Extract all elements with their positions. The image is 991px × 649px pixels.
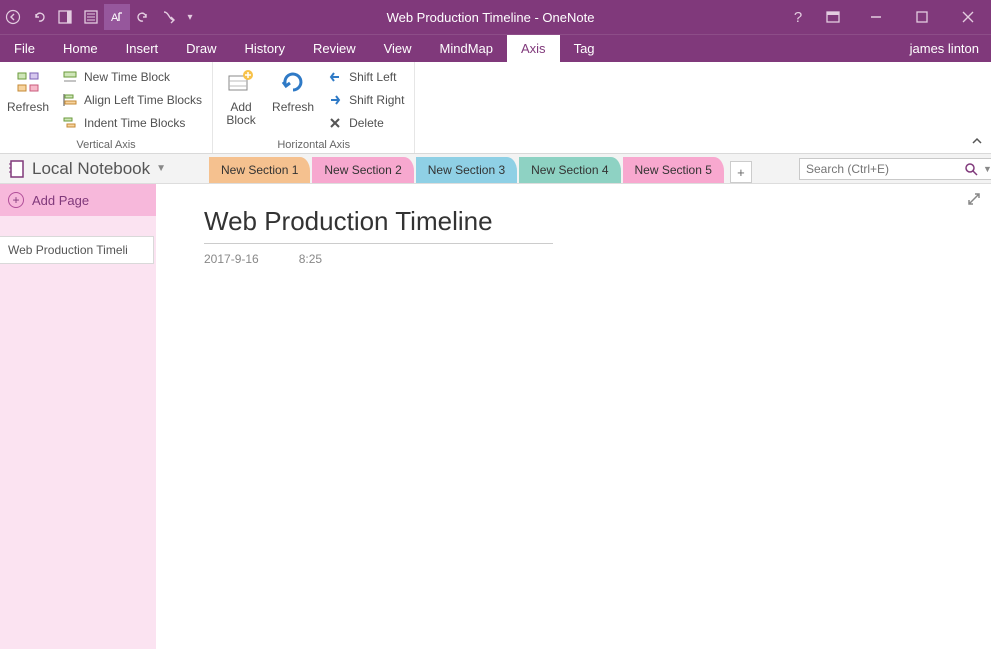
align-left-icon: [62, 92, 78, 108]
align-left-button[interactable]: Align Left Time Blocks: [56, 89, 208, 111]
shift-right-label: Shift Right: [349, 93, 404, 107]
search-icon[interactable]: [961, 162, 981, 176]
refresh-icon: [12, 67, 44, 99]
menu-history[interactable]: History: [231, 35, 299, 62]
align-left-label: Align Left Time Blocks: [84, 93, 202, 107]
refresh-vertical-button[interactable]: Refresh: [4, 64, 52, 117]
indent-button[interactable]: Indent Time Blocks: [56, 112, 208, 134]
delete-button[interactable]: Delete: [321, 112, 410, 134]
shift-left-button[interactable]: Shift Left: [321, 66, 410, 88]
ribbon-group-horizontal: Add Block Refresh Shift Left Shift Right: [213, 62, 415, 153]
window-controls: ?: [783, 0, 991, 34]
refresh-horizontal-button[interactable]: Refresh: [269, 64, 317, 117]
svg-text:A: A: [111, 12, 119, 24]
work-area: + Add Page Web Production Timeli Web Pro…: [0, 184, 991, 649]
delete-label: Delete: [349, 116, 384, 130]
new-time-block-icon: [62, 69, 78, 85]
collapse-ribbon-button[interactable]: [969, 133, 985, 149]
minimize-button[interactable]: [853, 0, 899, 34]
page-date[interactable]: 2017-9-16: [204, 252, 259, 266]
arrow-left-icon: [327, 69, 343, 85]
page-canvas[interactable]: Web Production Timeline 2017-9-16 8:25: [156, 184, 991, 649]
redo-button[interactable]: [130, 4, 156, 30]
menu-home[interactable]: Home: [49, 35, 112, 62]
horizontal-axis-group-label: Horizontal Axis: [217, 138, 410, 152]
section-tab-2[interactable]: New Section 2: [312, 157, 413, 183]
help-button[interactable]: ?: [783, 0, 813, 34]
maximize-button[interactable]: [899, 0, 945, 34]
menu-insert[interactable]: Insert: [112, 35, 173, 62]
menu-draw[interactable]: Draw: [172, 35, 230, 62]
shift-left-label: Shift Left: [349, 70, 396, 84]
menu-file[interactable]: File: [0, 35, 49, 62]
add-page-button[interactable]: + Add Page: [0, 184, 156, 216]
search-input[interactable]: [806, 162, 961, 176]
new-time-block-button[interactable]: New Time Block: [56, 66, 208, 88]
menu-axis[interactable]: Axis: [507, 35, 560, 62]
new-time-block-label: New Time Block: [84, 70, 170, 84]
page-time[interactable]: 8:25: [299, 252, 322, 266]
section-tab-5[interactable]: New Section 5: [623, 157, 724, 183]
menu-review[interactable]: Review: [299, 35, 370, 62]
page-meta: 2017-9-16 8:25: [204, 252, 943, 266]
send-icon[interactable]: [156, 4, 182, 30]
page-list: + Add Page Web Production Timeli: [0, 184, 156, 649]
user-name[interactable]: james linton: [898, 35, 991, 62]
dock-icon[interactable]: [52, 4, 78, 30]
ribbon-group-vertical: Refresh New Time Block Align Left Time B…: [0, 62, 213, 153]
add-block-button[interactable]: Add Block: [217, 64, 265, 130]
page-title[interactable]: Web Production Timeline: [204, 206, 553, 244]
refresh-horizontal-label: Refresh: [272, 101, 314, 114]
plus-icon: +: [8, 192, 24, 208]
menu-bar: File Home Insert Draw History Review Vie…: [0, 34, 991, 62]
add-block-icon: [225, 67, 257, 99]
refresh-arrow-icon: [277, 67, 309, 99]
notebook-icon: [8, 159, 26, 179]
menu-tag[interactable]: Tag: [560, 35, 609, 62]
quick-access-toolbar: A ▾: [0, 0, 198, 34]
section-tab-4[interactable]: New Section 4: [519, 157, 620, 183]
page-layout-icon[interactable]: [78, 4, 104, 30]
delete-icon: [327, 115, 343, 131]
ribbon: Refresh New Time Block Align Left Time B…: [0, 62, 991, 154]
add-block-label: Add Block: [226, 101, 255, 127]
text-tool-icon[interactable]: A: [104, 4, 130, 30]
refresh-vertical-label: Refresh: [7, 101, 49, 114]
fullscreen-button[interactable]: [967, 192, 981, 206]
chevron-down-icon: ▼: [156, 163, 166, 174]
page-list-item[interactable]: Web Production Timeli: [0, 236, 154, 264]
indent-label: Indent Time Blocks: [84, 116, 185, 130]
indent-icon: [62, 115, 78, 131]
add-page-label: Add Page: [32, 193, 89, 208]
search-wrap: ▼: [795, 154, 991, 183]
title-bar: A ▾ Web Production Timeline - OneNote ?: [0, 0, 991, 34]
arrow-right-icon: [327, 92, 343, 108]
section-tab-1[interactable]: New Section 1: [209, 157, 310, 183]
ribbon-display-options[interactable]: [813, 0, 853, 34]
search-dropdown[interactable]: ▼: [983, 164, 991, 174]
menu-view[interactable]: View: [370, 35, 426, 62]
undo-button[interactable]: [26, 4, 52, 30]
add-section-button[interactable]: +: [730, 161, 752, 183]
window-title: Web Production Timeline - OneNote: [198, 10, 783, 25]
search-box[interactable]: ▼: [799, 158, 991, 180]
notebook-picker[interactable]: Local Notebook ▼: [0, 154, 209, 183]
close-button[interactable]: [945, 0, 991, 34]
vertical-axis-group-label: Vertical Axis: [4, 138, 208, 152]
section-tab-3[interactable]: New Section 3: [416, 157, 517, 183]
back-button[interactable]: [0, 4, 26, 30]
notebook-name: Local Notebook: [32, 159, 150, 179]
workspace-header: Local Notebook ▼ New Section 1 New Secti…: [0, 154, 991, 184]
qat-customize[interactable]: ▾: [182, 4, 198, 30]
section-tabs: New Section 1 New Section 2 New Section …: [209, 154, 795, 183]
menu-mindmap[interactable]: MindMap: [426, 35, 507, 62]
shift-right-button[interactable]: Shift Right: [321, 89, 410, 111]
